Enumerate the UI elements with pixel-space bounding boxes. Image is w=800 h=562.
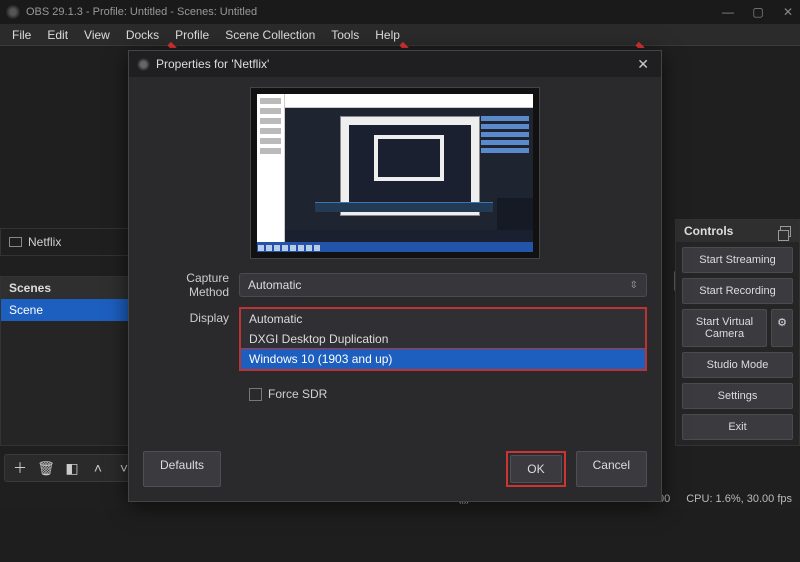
obs-logo-icon bbox=[137, 58, 150, 71]
close-button[interactable]: ✕ bbox=[782, 5, 794, 19]
dropdown-option-win10[interactable]: Windows 10 (1903 and up) bbox=[241, 349, 645, 369]
force-sdr-label: Force SDR bbox=[268, 387, 327, 401]
popout-icon[interactable] bbox=[780, 226, 791, 237]
menu-view[interactable]: View bbox=[76, 26, 118, 44]
display-row: Display Automatic DXGI Desktop Duplicati… bbox=[143, 307, 647, 371]
dropdown-option-dxgi[interactable]: DXGI Desktop Duplication bbox=[241, 329, 645, 349]
obs-logo-icon bbox=[6, 5, 20, 19]
start-recording-button[interactable]: Start Recording bbox=[682, 278, 793, 304]
source-label: Netflix bbox=[28, 235, 61, 249]
defaults-button[interactable]: Defaults bbox=[143, 451, 221, 487]
move-scene-up-button[interactable]: ˄ bbox=[89, 459, 107, 477]
display-capture-icon bbox=[9, 237, 22, 247]
capture-method-row: Capture Method Automatic ⇳ bbox=[143, 271, 647, 299]
maximize-button[interactable]: ▢ bbox=[752, 5, 764, 19]
cpu-status: CPU: 1.6%, 30.00 fps bbox=[686, 491, 792, 506]
menu-bar: File Edit View Docks Profile Scene Colle… bbox=[0, 24, 800, 46]
exit-button[interactable]: Exit bbox=[682, 414, 793, 440]
ok-highlight: OK bbox=[506, 451, 565, 487]
menu-scene-collection[interactable]: Scene Collection bbox=[217, 26, 323, 44]
window-titlebar: OBS 29.1.3 - Profile: Untitled - Scenes:… bbox=[0, 0, 800, 24]
chevron-updown-icon: ⇳ bbox=[630, 280, 638, 291]
menu-profile[interactable]: Profile bbox=[167, 26, 217, 44]
dialog-footer: Defaults OK Cancel bbox=[129, 441, 661, 501]
dialog-titlebar[interactable]: Properties for 'Netflix' ✕ bbox=[129, 51, 661, 77]
controls-dock: Controls Start Streaming Start Recording… bbox=[675, 219, 800, 446]
virtual-camera-settings-button[interactable]: ⚙ bbox=[771, 309, 793, 347]
window-title: OBS 29.1.3 - Profile: Untitled - Scenes:… bbox=[26, 6, 722, 18]
capture-method-combo[interactable]: Automatic ⇳ bbox=[239, 273, 647, 297]
scenes-toolbar: ＋ 🗑 ◧ ˄ ˅ bbox=[4, 454, 140, 482]
studio-mode-button[interactable]: Studio Mode bbox=[682, 352, 793, 378]
start-virtual-camera-button[interactable]: Start Virtual Camera bbox=[682, 309, 767, 347]
menu-docks[interactable]: Docks bbox=[118, 26, 167, 44]
remove-scene-button[interactable]: 🗑 bbox=[37, 459, 55, 477]
menu-edit[interactable]: Edit bbox=[39, 26, 76, 44]
cancel-button[interactable]: Cancel bbox=[576, 451, 647, 487]
add-scene-button[interactable]: ＋ bbox=[11, 459, 29, 477]
ok-button[interactable]: OK bbox=[510, 455, 561, 483]
menu-file[interactable]: File bbox=[4, 26, 39, 44]
dropdown-option-automatic[interactable]: Automatic bbox=[241, 309, 645, 329]
force-sdr-checkbox[interactable] bbox=[249, 388, 262, 401]
capture-method-label: Capture Method bbox=[143, 271, 239, 299]
controls-title: Controls bbox=[684, 224, 733, 238]
minimize-button[interactable]: — bbox=[722, 5, 734, 19]
properties-dialog: Properties for 'Netflix' ✕ bbox=[128, 50, 662, 502]
force-sdr-row[interactable]: Force SDR bbox=[249, 387, 647, 401]
source-preview bbox=[250, 87, 540, 259]
scene-filters-button[interactable]: ◧ bbox=[63, 459, 81, 477]
display-label: Display bbox=[143, 307, 239, 325]
capture-method-value: Automatic bbox=[248, 278, 301, 292]
menu-help[interactable]: Help bbox=[367, 26, 408, 44]
start-streaming-button[interactable]: Start Streaming bbox=[682, 247, 793, 273]
dialog-title: Properties for 'Netflix' bbox=[156, 57, 633, 71]
menu-tools[interactable]: Tools bbox=[323, 26, 367, 44]
capture-method-dropdown: Automatic DXGI Desktop Duplication Windo… bbox=[239, 307, 647, 371]
dialog-close-button[interactable]: ✕ bbox=[633, 56, 653, 73]
settings-button[interactable]: Settings bbox=[682, 383, 793, 409]
